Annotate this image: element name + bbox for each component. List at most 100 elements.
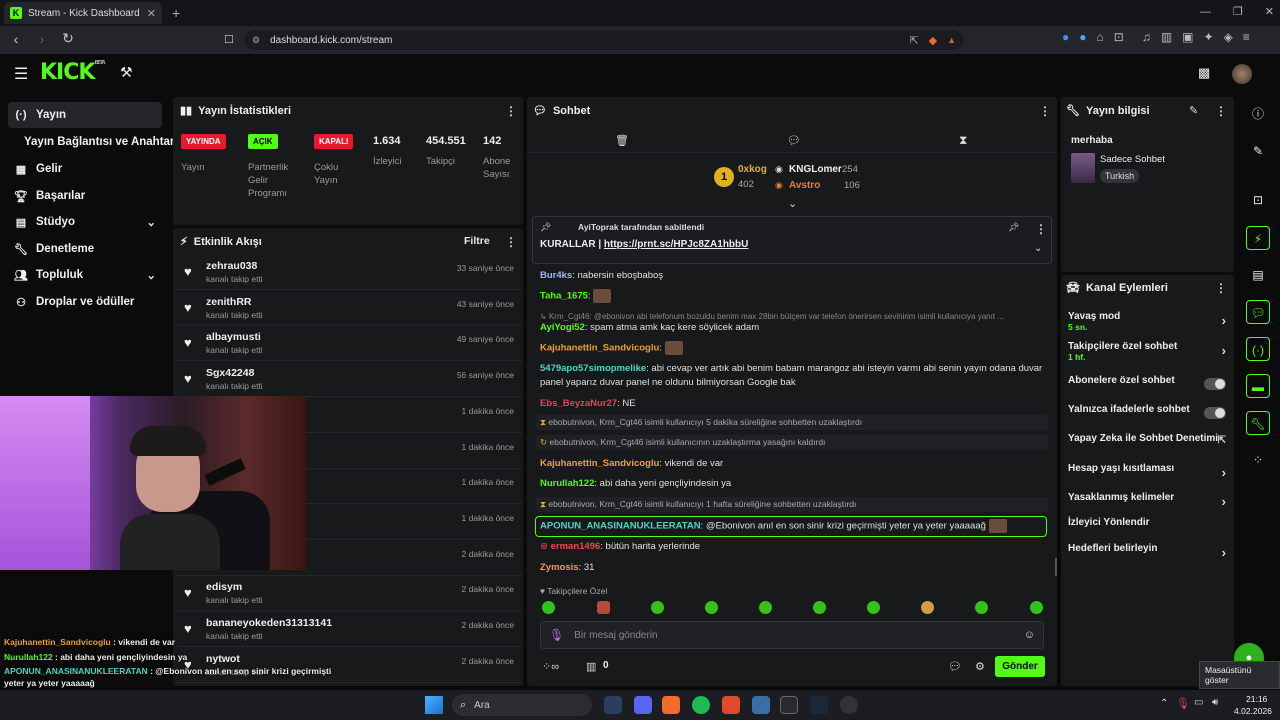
banned-words-row[interactable]: Yasaklanmış kelimeler › [1068,492,1228,514]
brave-shield-icon[interactable]: ◆ [929,34,937,47]
minimize-icon[interactable]: — [1200,6,1211,18]
new-tab-icon[interactable]: + [172,5,180,21]
back-icon[interactable]: ‹ [6,31,26,47]
chat-username[interactable]: Zymosis [540,562,579,573]
account-age-row[interactable]: Hesap yaşı kısıtlaması › [1068,463,1228,485]
camera-icon[interactable]: ⊡ [1246,188,1270,212]
hamburger-menu-icon[interactable]: ☰ [14,64,28,84]
chat-username[interactable]: AyiYogi52 [540,322,585,333]
browser-tab[interactable]: K Stream - Kick Dashboard ✕ [4,2,162,24]
settings-gear-icon[interactable]: ⚙ [975,660,985,673]
spotify-icon[interactable] [692,696,710,714]
sidebar-item-moderation[interactable]: 🔧︎ Denetleme [8,236,162,262]
brave-icon[interactable] [662,696,680,714]
extension-icon[interactable]: ● [1062,30,1069,44]
chat-username[interactable]: APONUN_ANASINANUKLEERATAN [540,521,701,532]
app-icon[interactable] [722,696,740,714]
chat-username[interactable]: Kajuhanettin_Sandvicoglu [540,458,659,469]
bookmark-icon[interactable]: ☐ [224,33,234,46]
follower-name[interactable]: zenithRR [206,296,252,308]
pinned-link[interactable]: https://prnt.sc/HPJc8ZA1hbbU [604,239,748,250]
share-icon[interactable]: ⇱ [909,34,918,47]
taskbar-search[interactable]: ⌕ Ara [452,694,592,716]
chat-bubble-icon[interactable]: 💬︎ [787,134,801,147]
app-icon[interactable] [752,696,770,714]
chevron-down-icon[interactable]: ⌄ [1034,243,1042,254]
creator-icon[interactable]: ▩ [1198,65,1210,81]
chat-scrollbar[interactable] [1055,558,1057,576]
category-name[interactable]: Sadece Sohbet [1100,154,1165,165]
sidebar-icon[interactable]: ▥ [1161,30,1172,44]
windows-start-icon[interactable] [425,696,443,714]
edit-pencil-icon[interactable]: ✎ [1189,104,1198,117]
vpn-icon[interactable]: ◈ [1224,30,1233,44]
chat-username[interactable]: 5479apo57simopmelike [540,363,646,374]
top-gifter-2-name[interactable]: KNGLomer [789,164,842,175]
restore-icon[interactable]: ❐ [1233,5,1243,18]
mic-icon[interactable]: 🎙︎ [1176,697,1190,710]
discord-icon[interactable] [634,696,652,714]
top-gifter-1-name[interactable]: 0xkog [738,164,767,175]
follower-name[interactable]: albaymusti [206,331,261,343]
send-button[interactable]: Gönder [995,656,1045,677]
follower-name[interactable]: nytwot [206,653,240,665]
wallet-icon[interactable]: ▣ [1182,30,1193,44]
bolt-icon[interactable]: ⚡︎ [1246,226,1270,250]
follower-name[interactable]: Sgx42248 [206,367,254,379]
drops-icon[interactable]: ⁘ [1246,448,1270,472]
close-window-icon[interactable]: ✕ [1265,5,1274,18]
emote-icon[interactable] [651,601,664,614]
pinned-menu-icon[interactable]: ⋮ [1035,222,1047,236]
menu-icon[interactable]: ≡ [1243,30,1250,44]
brave-rewards-icon[interactable]: ▲ [947,35,956,45]
edit-icon[interactable]: ✎ [1246,139,1270,163]
goals-row[interactable]: Hedefleri belirleyin › [1068,543,1228,565]
emote-icon[interactable] [921,601,934,614]
activity-menu-icon[interactable]: ⋮ [505,235,517,249]
followers-only-row[interactable]: Takipçilere özel sohbet 1 hf. › [1068,341,1228,363]
wrench-icon[interactable]: 🔧︎ [1246,411,1270,435]
trash-icon[interactable]: 🗑︎ [615,134,629,147]
chat-username[interactable]: Bur4ks [540,270,572,281]
extension-icon[interactable]: ● [1079,30,1086,44]
sidebar-item-revenue[interactable]: ▦ Gelir [8,156,162,182]
sidebar-item-drops[interactable]: ⚇ Droplar ve ödüller [8,289,162,315]
sidebar-item-studio[interactable]: ▤ Stüdyo ⌄ [8,209,162,235]
ai-moderation-row[interactable]: Yapay Zeka ile Sohbet Denetimi ⇱ [1068,433,1228,455]
filter-button[interactable]: Filtre [464,235,490,247]
chat-username[interactable]: Kajuhanettin_Sandvicoglu [540,343,659,354]
avatar[interactable] [1232,64,1252,84]
sidebar-item-stream[interactable]: (·) Yayın [8,102,162,128]
terminal-icon[interactable] [780,696,798,714]
follower-name[interactable]: edisym [206,581,242,593]
hourglass-icon[interactable]: ⧗ [959,133,967,148]
kick-logo[interactable]: KICKBETA [40,60,106,85]
volume-icon[interactable]: 🔊︎ [1212,697,1218,708]
document-icon[interactable]: ▤ [1246,263,1270,287]
chat-bubble-icon[interactable]: 💬︎ [948,660,962,673]
follower-name[interactable]: zehrau038 [206,260,257,272]
leo-ai-icon[interactable]: ✦ [1204,30,1214,44]
extension-icon[interactable]: ⌂ [1097,30,1104,44]
expand-icon[interactable]: ⌄ [788,197,797,210]
reload-icon[interactable]: ↻ [58,30,78,47]
steam-icon[interactable] [810,696,828,714]
subs-only-toggle[interactable] [1204,378,1226,390]
steam-icon[interactable] [604,696,622,714]
network-icon[interactable]: ▭ [1194,697,1203,708]
obs-icon[interactable] [840,696,858,714]
sidebar-item-community[interactable]: 👥︎ Topluluk ⌄ [8,262,162,288]
address-bar[interactable]: ⚙ dashboard.kick.com/stream ⇱ ◆ ▲ [244,30,964,50]
top-gifter-3-name[interactable]: Avstro [789,180,820,191]
emote-icon[interactable] [705,601,718,614]
emote-icon[interactable] [1030,601,1043,614]
microphone-icon[interactable]: 🎙︎ [549,628,564,642]
close-tab-icon[interactable]: ✕ [147,7,156,20]
emote-icon[interactable] [867,601,880,614]
sidebar-item-stream-key[interactable]: Yayın Bağlantısı ve Anahtarı [8,129,178,155]
stream-info-menu-icon[interactable]: ⋮ [1215,104,1227,118]
screenshot-icon[interactable]: ⊡ [1114,30,1124,44]
emote-icon[interactable] [597,601,610,614]
broadcast-icon[interactable]: (·) [1246,337,1270,361]
viewer-redirect-row[interactable]: İzleyici Yönlendir [1068,517,1228,539]
